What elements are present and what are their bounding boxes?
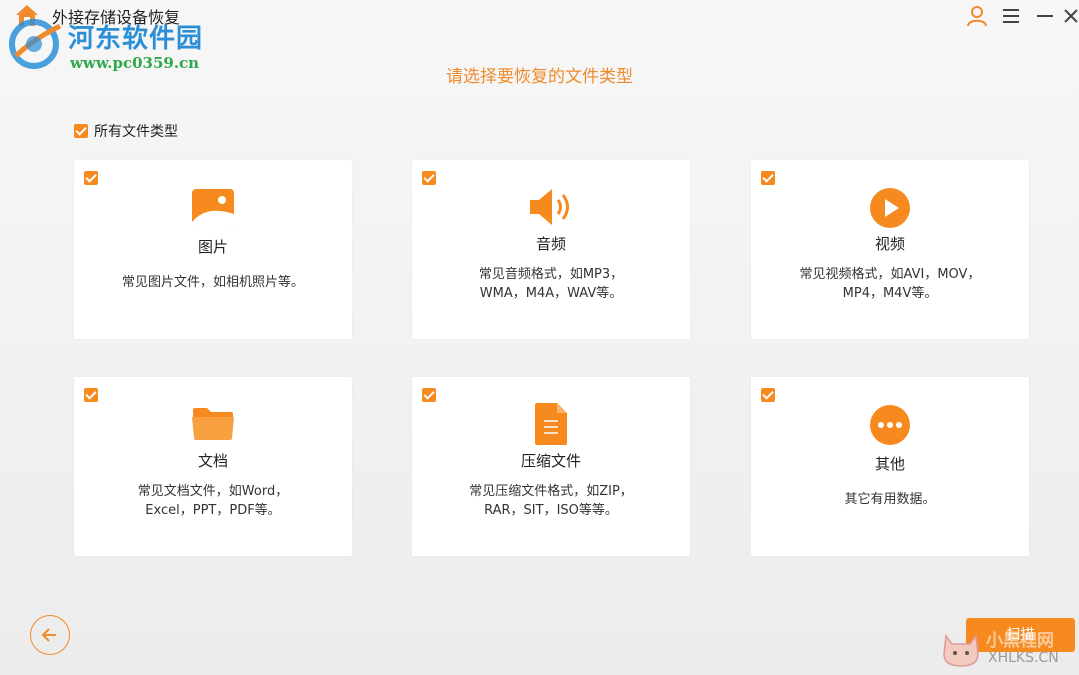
card-archives[interactable]: 压缩文件 常见压缩文件格式，如ZIP， RAR，SIT，ISO等等。: [412, 377, 690, 556]
card-description: 常见图片文件，如相机照片等。: [121, 275, 304, 290]
card-audio[interactable]: 音频 常见音频格式，如MP3， WMA，M4A，WAV等。: [412, 160, 690, 339]
archives-checkbox[interactable]: [422, 388, 436, 402]
card-video[interactable]: 视频 常见视频格式，如AVI，MOV， MP4，M4V等。: [751, 160, 1029, 339]
card-title: 音频: [535, 235, 566, 253]
watermark-name: 河东软件园: [68, 24, 204, 54]
close-icon[interactable]: [1062, 4, 1079, 28]
card-others[interactable]: 其他 其它有用数据。: [751, 377, 1029, 556]
watermark-bottom-url: XHLKS.CN: [988, 650, 1059, 666]
more-icon: [870, 405, 910, 445]
play-icon: [870, 188, 910, 228]
scan-button[interactable]: 扫描: [966, 618, 1075, 652]
audio-checkbox[interactable]: [422, 171, 436, 185]
speaker-icon: [530, 189, 569, 225]
all-file-types-option[interactable]: 所有文件类型: [74, 122, 178, 140]
video-checkbox[interactable]: [761, 171, 775, 185]
page-title: 请选择要恢复的文件类型: [446, 67, 633, 87]
others-checkbox[interactable]: [761, 388, 775, 402]
card-title: 其他: [874, 455, 905, 473]
card-title: 图片: [197, 238, 228, 256]
archive-file-icon: [535, 403, 567, 445]
card-title: 文档: [197, 452, 228, 470]
card-description: 常见压缩文件格式，如ZIP， RAR，SIT，ISO等等。: [469, 484, 633, 518]
back-button[interactable]: [30, 615, 70, 655]
images-checkbox[interactable]: [84, 171, 98, 185]
card-description: 其它有用数据。: [844, 492, 936, 507]
user-icon[interactable]: [965, 4, 989, 28]
card-description: 常见文档文件，如Word， Excel，PPT，PDF等。: [137, 484, 289, 518]
menu-icon[interactable]: [999, 4, 1023, 28]
card-title: 视频: [874, 235, 905, 253]
card-documents[interactable]: 文档 常见文档文件，如Word， Excel，PPT，PDF等。: [74, 377, 352, 556]
card-description: 常见视频格式，如AVI，MOV， MP4，M4V等。: [799, 267, 981, 301]
all-file-types-checkbox[interactable]: [74, 124, 88, 138]
image-icon: [192, 189, 234, 227]
all-file-types-label: 所有文件类型: [94, 124, 178, 140]
folder-icon: [192, 408, 234, 440]
arrow-left-icon: [41, 628, 56, 642]
card-description: 常见音频格式，如MP3， WMA，M4A，WAV等。: [478, 267, 624, 301]
card-images[interactable]: 图片 常见图片文件，如相机照片等。: [74, 160, 352, 339]
card-title: 压缩文件: [520, 452, 581, 470]
watermark-top: 河东软件园 www.pc0359.cn: [4, 8, 214, 72]
documents-checkbox[interactable]: [84, 388, 98, 402]
minimize-icon[interactable]: [1033, 4, 1057, 28]
